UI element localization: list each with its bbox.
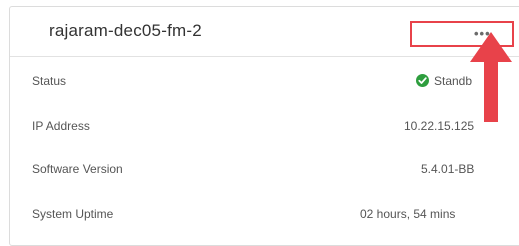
detail-row-system-uptime: System Uptime 02 hours, 54 mins [10,205,519,227]
detail-row-status: Status Standb [10,72,519,94]
system-uptime-value: 02 hours, 54 mins [360,207,456,221]
card-header: rajaram-dec05-fm-2 ••• [10,7,519,57]
more-horizontal-icon[interactable]: ••• [474,27,491,40]
software-version-label: Software Version [32,162,123,176]
device-name: rajaram-dec05-fm-2 [49,21,202,40]
more-actions-button[interactable]: ••• [410,21,514,47]
software-version-value: 5.4.01-BB [421,162,475,176]
check-circle-icon [416,74,429,87]
device-card: rajaram-dec05-fm-2 ••• Status Standb IP … [9,6,519,246]
detail-row-ip-address: IP Address 10.22.15.125 [10,117,519,139]
ip-address-value: 10.22.15.125 [404,119,475,133]
status-label: Status [32,74,67,88]
detail-row-software-version: Software Version 5.4.01-BB [10,160,519,182]
system-uptime-label: System Uptime [32,207,114,221]
ip-address-label: IP Address [32,119,90,133]
status-value: Standb [434,74,473,88]
